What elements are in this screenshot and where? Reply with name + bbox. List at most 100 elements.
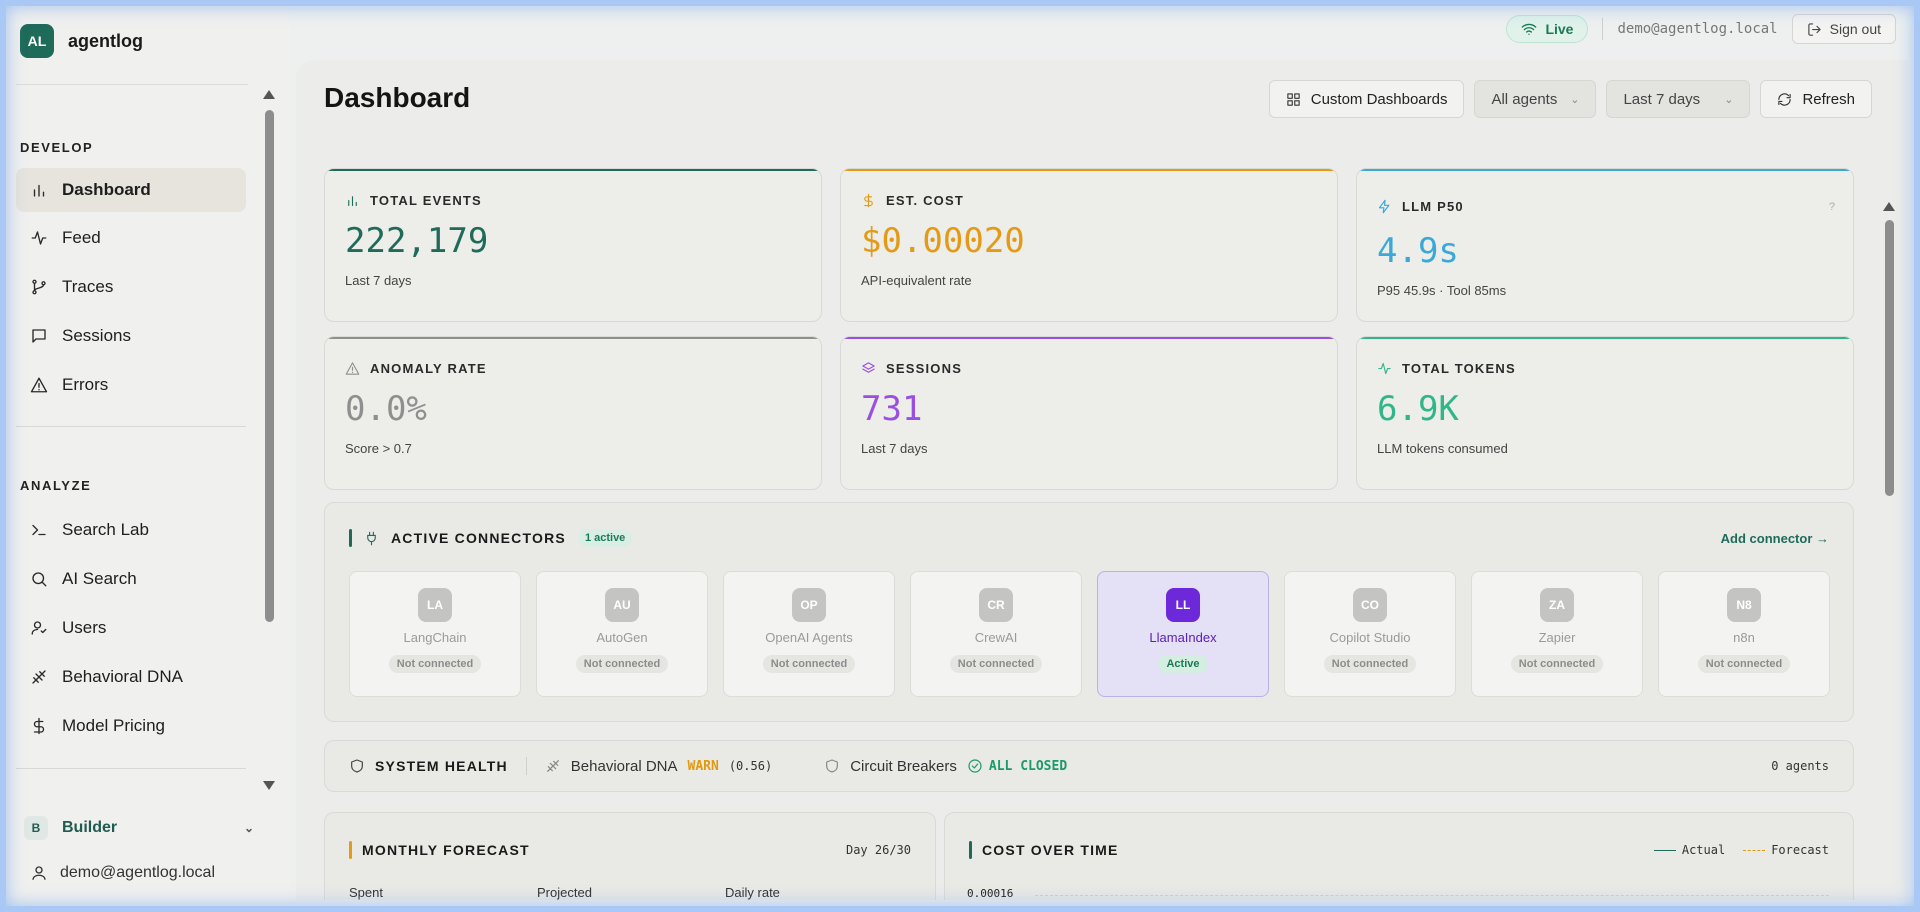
sidebar-item-behavioral-dna[interactable]: Behavioral DNA <box>16 655 246 699</box>
connector-card-langchain[interactable]: LA LangChain Not connected <box>349 571 521 697</box>
alert-triangle-icon <box>30 377 48 393</box>
stat-card-anomaly-rate[interactable]: ANOMALY RATE 0.0% Score > 0.7 <box>324 336 822 490</box>
brand-logo: AL <box>20 24 54 58</box>
stat-label: TOTAL TOKENS <box>1377 361 1516 376</box>
forecast-col-daily-rate: Daily rate <box>725 885 780 900</box>
sidebar-scrollbar[interactable] <box>262 90 276 790</box>
sidebar-item-dashboard[interactable]: Dashboard <box>16 168 246 212</box>
divider <box>1602 18 1604 40</box>
sidebar-item-label: Search Lab <box>62 520 149 539</box>
git-branch-icon <box>32 279 46 295</box>
system-health-title: SYSTEM HEALTH <box>349 758 508 774</box>
agent-filter-select[interactable]: All agents ⌄ <box>1474 80 1597 118</box>
page-title: Dashboard <box>324 82 471 113</box>
behavioral-dna-status[interactable]: Behavioral DNA WARN (0.56) <box>545 758 772 775</box>
connector-card-crewai[interactable]: CR CrewAI Not connected <box>910 571 1082 697</box>
connector-status-badge: Not connected <box>1510 655 1604 673</box>
sidebar-item-label: Users <box>62 618 107 637</box>
divider <box>16 768 246 769</box>
connector-avatar: LL <box>1166 588 1200 622</box>
custom-dashboards-button[interactable]: Custom Dashboards <box>1268 80 1465 118</box>
panel-header: COST OVER TIME <box>969 841 1119 859</box>
sidebar-item-model-pricing[interactable]: Model Pricing <box>16 704 246 748</box>
connector-card-n8n[interactable]: N8 n8n Not connected <box>1658 571 1830 697</box>
stat-subtext: LLM tokens consumed <box>1377 441 1508 456</box>
current-user[interactable]: demo@agentlog.local <box>30 864 215 882</box>
help-icon[interactable]: ? <box>1829 201 1835 213</box>
connector-status-badge: Active <box>1158 655 1208 673</box>
sign-out-button[interactable]: Sign out <box>1791 14 1896 44</box>
sidebar-item-label: Dashboard <box>62 180 151 199</box>
sidebar-nav: DEVELOP Dashboard Feed Traces Sessions E… <box>0 96 260 776</box>
forecast-col-spent: Spent <box>349 885 383 900</box>
legend-actual: Actual <box>1653 843 1725 857</box>
sidebar-item-feed[interactable]: Feed <box>16 216 246 260</box>
stat-value: $0.00020 <box>861 221 1025 261</box>
stat-card-llm-p50[interactable]: LLM P50 ? 4.9s P95 45.9s · Tool 85ms <box>1356 168 1854 322</box>
sidebar-item-search-lab[interactable]: Search Lab <box>16 508 246 552</box>
shield-icon <box>826 759 839 773</box>
agent-filter-value: All agents <box>1491 90 1558 108</box>
connector-avatar: AU <box>605 588 639 622</box>
stat-label: SESSIONS <box>861 361 962 376</box>
connector-card-copilot-studio[interactable]: CO Copilot Studio Not connected <box>1284 571 1456 697</box>
active-count-badge: 1 active <box>577 529 633 547</box>
connector-name: Copilot Studio <box>1329 630 1411 645</box>
workspace-switcher[interactable]: B Builder ⌄ <box>24 816 254 840</box>
scrollbar-thumb[interactable] <box>1885 220 1894 496</box>
connector-name: LangChain <box>403 630 467 645</box>
refresh-button[interactable]: Refresh <box>1760 80 1872 118</box>
date-range-select[interactable]: Last 7 days ⌄ <box>1606 80 1751 118</box>
sidebar-item-errors[interactable]: Errors <box>16 363 246 407</box>
activity-icon <box>31 231 47 245</box>
brand-name: agentlog <box>68 30 143 51</box>
connector-card-zapier[interactable]: ZA Zapier Not connected <box>1471 571 1643 697</box>
topbar-email: demo@agentlog.local <box>1617 21 1778 37</box>
main-scrollbar[interactable] <box>1882 202 1896 900</box>
message-square-icon <box>32 329 46 343</box>
connector-card-llamaindex[interactable]: LL LlamaIndex Active <box>1097 571 1269 697</box>
zap-icon <box>1378 199 1390 214</box>
connector-card-openai-agents[interactable]: OP OpenAI Agents Not connected <box>723 571 895 697</box>
stat-subtext: Last 7 days <box>345 273 412 288</box>
sign-out-label: Sign out <box>1829 21 1881 37</box>
dna-icon <box>546 760 559 772</box>
panel-title: MONTHLY FORECAST <box>362 842 530 858</box>
scroll-down-icon[interactable] <box>263 781 275 790</box>
live-status-badge[interactable]: Live <box>1506 15 1589 43</box>
stat-card-total-tokens[interactable]: TOTAL TOKENS 6.9K LLM tokens consumed <box>1356 336 1854 490</box>
dna-score: (0.56) <box>728 759 773 773</box>
divider <box>16 426 246 427</box>
connector-card-autogen[interactable]: AU AutoGen Not connected <box>536 571 708 697</box>
dollar-icon <box>864 193 873 208</box>
circuit-breakers-status[interactable]: Circuit Breakers ALL CLOSED <box>824 758 1067 775</box>
connector-avatar: OP <box>792 588 826 622</box>
sidebar-item-traces[interactable]: Traces <box>16 265 246 309</box>
stat-card-total-events[interactable]: TOTAL EVENTS 222,179 Last 7 days <box>324 168 822 322</box>
stat-value: 222,179 <box>345 221 489 261</box>
chevron-down-icon: ⌄ <box>1724 93 1734 106</box>
workspace-label: Builder <box>62 819 118 836</box>
sidebar-item-label: Sessions <box>62 326 131 345</box>
add-connector-link[interactable]: Add connector → <box>1721 531 1829 546</box>
scroll-up-icon[interactable] <box>1883 202 1895 211</box>
brand[interactable]: AL agentlog <box>20 24 143 58</box>
sidebar-item-users[interactable]: Users <box>16 606 246 650</box>
connector-status-badge: Not connected <box>575 655 669 673</box>
connector-status-badge: Not connected <box>388 655 482 673</box>
stat-value: 6.9K <box>1377 389 1459 429</box>
connectors-title: ACTIVE CONNECTORS <box>391 530 566 546</box>
scrollbar-thumb[interactable] <box>265 110 274 622</box>
scroll-up-icon[interactable] <box>263 90 275 99</box>
connectors-header: ACTIVE CONNECTORS 1 active <box>349 529 633 547</box>
sidebar-item-ai-search[interactable]: AI Search <box>16 557 246 601</box>
stat-card-sessions[interactable]: SESSIONS 731 Last 7 days <box>840 336 1338 490</box>
chart-gridline <box>1035 895 1829 896</box>
user-email: demo@agentlog.local <box>60 864 216 881</box>
section-title-analyze: ANALYZE <box>20 478 92 493</box>
monthly-forecast-panel: MONTHLY FORECAST Day 26/30 Spent Project… <box>324 812 936 900</box>
check-circle-icon <box>968 759 982 773</box>
sidebar-item-sessions[interactable]: Sessions <box>16 314 246 358</box>
stat-card-est-cost[interactable]: EST. COST $0.00020 API-equivalent rate <box>840 168 1338 322</box>
stat-label: ANOMALY RATE <box>345 361 487 376</box>
